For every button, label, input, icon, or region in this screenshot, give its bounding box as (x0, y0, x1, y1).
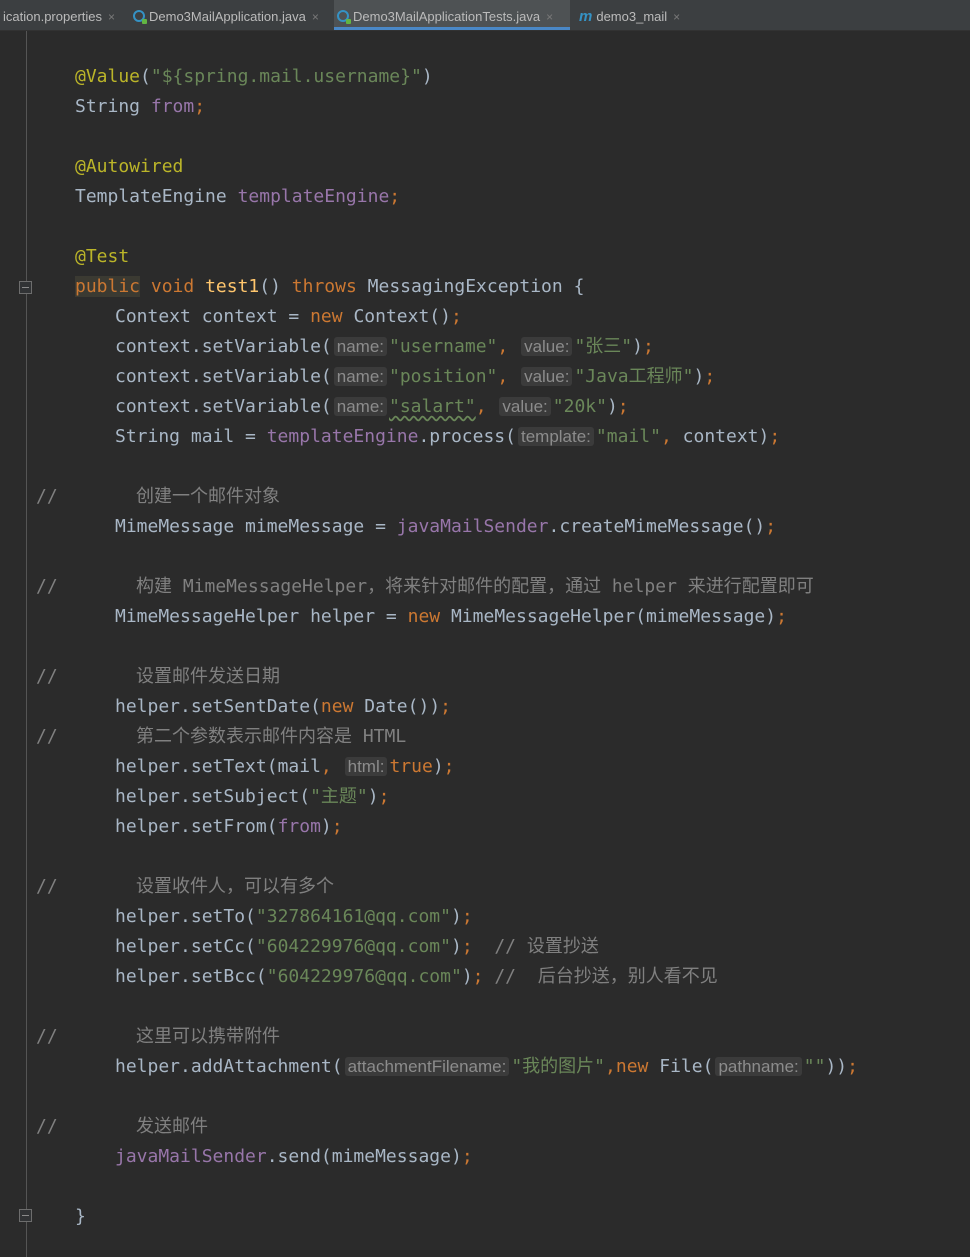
code-line: helper.setFrom(from); (115, 816, 343, 837)
code-line: context.setVariable(name: "salart", value… (115, 396, 629, 417)
line-comment-marker: // (36, 1116, 58, 1137)
code-line: helper.setText(mail, html: true); (115, 756, 455, 777)
code-line: javaMailSender.send(mimeMessage); (115, 1146, 473, 1167)
fold-method-icon[interactable] (19, 281, 32, 294)
tab-demo3-mail[interactable]: m demo3_mail × (576, 0, 692, 30)
code-line: @Autowired (75, 156, 184, 177)
code-line: } (75, 1206, 86, 1227)
line-comment-marker: // (36, 666, 58, 687)
code-line: helper.setTo("327864161@qq.com"); (115, 906, 473, 927)
line-comment-marker: // (36, 486, 58, 507)
code-comment: 发送邮件 (136, 1116, 208, 1137)
line-comment-marker: // (36, 726, 58, 747)
code-line: @Value("${spring.mail.username}") (75, 66, 433, 87)
code-line: String from; (75, 96, 206, 117)
code-line: MimeMessageHelper helper = new MimeMessa… (115, 606, 787, 627)
code-comment: 创建一个邮件对象 (136, 486, 280, 507)
tab-label: demo3_mail (596, 9, 668, 24)
code-line: helper.setSentDate(new Date()); (115, 696, 451, 717)
tab-demo3-mail-application[interactable]: Demo3MailApplication.java × (130, 0, 332, 30)
code-comment: 设置邮件发送日期 (136, 666, 280, 687)
gutter-separator (26, 31, 27, 1257)
code-line: @Test (75, 246, 130, 267)
editor-tab-bar: ication.properties × Demo3MailApplication… (0, 0, 970, 31)
tab-application-properties[interactable]: ication.properties × (0, 0, 124, 30)
code-line: String mail = templateEngine.process(tem… (115, 426, 781, 447)
code-line: context.setVariable(name: "position", val… (115, 366, 716, 387)
code-line: public void test1() throws MessagingExce… (75, 276, 585, 297)
code-line: TemplateEngine templateEngine; (75, 186, 401, 207)
code-line: helper.setBcc("604229976@qq.com"); // 后台… (115, 966, 718, 987)
code-comment: 设置收件人，可以有多个 (136, 876, 334, 897)
line-comment-marker: // (36, 876, 58, 897)
line-comment-marker: // (36, 576, 58, 597)
line-comment-marker: // (36, 1026, 58, 1047)
close-icon[interactable]: × (546, 10, 553, 24)
code-line: Context context = new Context(); (115, 306, 462, 327)
tab-demo3-mail-application-tests[interactable]: Demo3MailApplicationTests.java × (334, 0, 570, 30)
tab-label: Demo3MailApplication.java (149, 9, 306, 24)
maven-m-icon: m (579, 8, 593, 25)
code-comment: 这里可以携带附件 (136, 1026, 280, 1047)
code-line: helper.addAttachment(attachmentFilename:… (115, 1056, 858, 1077)
tab-label: ication.properties (3, 9, 102, 24)
code-line: helper.setCc("604229976@qq.com"); // 设置抄… (115, 936, 599, 957)
code-comment: 第二个参数表示邮件内容是 HTML (136, 726, 407, 747)
java-class-icon (133, 10, 147, 24)
close-icon[interactable]: × (673, 10, 680, 24)
code-line: context.setVariable(name: "username", val… (115, 336, 654, 357)
close-icon[interactable]: × (108, 10, 115, 24)
tab-label: Demo3MailApplicationTests.java (353, 9, 541, 24)
close-icon[interactable]: × (312, 10, 319, 24)
code-line: MimeMessage mimeMessage = javaMailSender… (115, 516, 777, 537)
code-comment: 构建 MimeMessageHelper，将来针对邮件的配置，通过 helper… (136, 576, 814, 597)
java-class-icon (337, 10, 351, 24)
code-line: helper.setSubject("主题"); (115, 786, 390, 807)
fold-method-end-icon[interactable] (19, 1209, 32, 1222)
